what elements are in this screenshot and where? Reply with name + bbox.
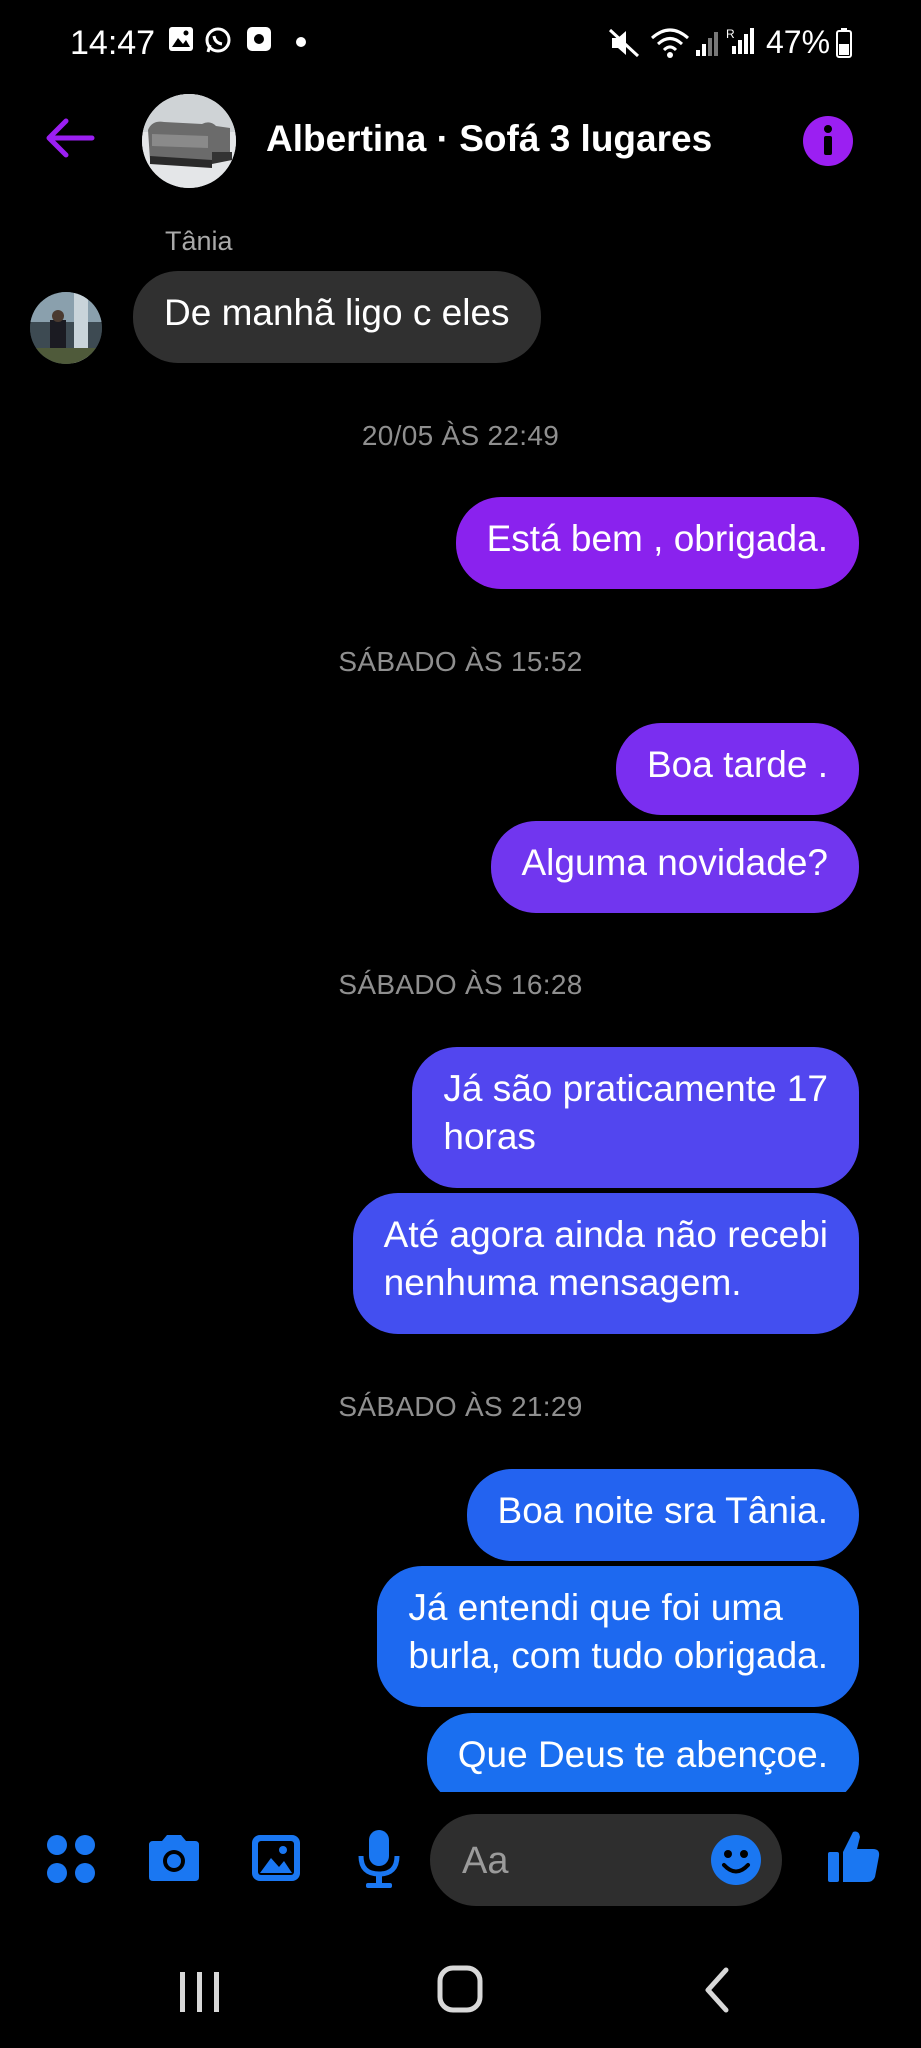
gallery-notification-icon (169, 27, 193, 51)
outgoing-message[interactable]: Até agora ainda não recebi nenhuma mensa… (352, 1193, 859, 1334)
info-icon[interactable] (802, 115, 854, 167)
outgoing-message[interactable]: Já entendi que foi uma burla, com tudo o… (377, 1566, 859, 1707)
message-text-line: Já são praticamente 17 (443, 1068, 828, 1109)
wifi-icon (651, 28, 689, 58)
outgoing-message[interactable]: Boa noite sra Tânia. (466, 1469, 859, 1561)
apps-icon[interactable] (46, 1834, 96, 1884)
gallery-icon[interactable] (249, 1832, 303, 1884)
message-input[interactable]: Aa (430, 1814, 782, 1906)
emoji-icon[interactable] (710, 1834, 762, 1886)
status-time: 14:47 (70, 24, 156, 62)
sender-avatar[interactable] (30, 292, 102, 364)
timestamp: 20/05 ÀS 22:49 (361, 420, 560, 451)
outgoing-message[interactable]: Que Deus te abençoe. (426, 1713, 859, 1792)
timestamp: SÁBADO ÀS 15:52 (338, 646, 583, 677)
message-text-line: burla, com tudo obrigada. (408, 1635, 828, 1676)
camera-icon[interactable] (145, 1833, 203, 1883)
recents-icon[interactable] (178, 1970, 222, 2014)
back-arrow-icon[interactable] (44, 116, 96, 160)
message-text-line: Até agora ainda não recebi (383, 1214, 828, 1255)
conversation-title[interactable]: Albertina · Sofá 3 lugares (266, 118, 712, 160)
message-text: Boa noite sra Tânia. (497, 1490, 828, 1531)
signal-2-icon: R (726, 27, 754, 54)
status-bar: 14:47 R 47% (0, 0, 921, 88)
timestamp: SÁBADO ÀS 21:29 (338, 1391, 583, 1422)
message-text: Boa tarde . (646, 744, 828, 785)
chat-header: Albertina · Sofá 3 lugares (0, 88, 921, 192)
composer-bar: Aa (0, 1800, 921, 1920)
svg-text:R: R (726, 27, 735, 41)
message-text-line: nenhuma mensagem. (383, 1262, 742, 1303)
sofa-photo (142, 94, 236, 188)
profile-photo (30, 292, 102, 364)
battery-percentage: 47% (766, 24, 831, 60)
home-icon[interactable] (436, 1964, 484, 2014)
incoming-message[interactable]: De manhã ligo c eles (133, 271, 541, 363)
listing-avatar[interactable] (142, 94, 236, 188)
outgoing-message[interactable]: Alguma novidade? (490, 821, 859, 913)
like-icon[interactable] (826, 1828, 882, 1884)
nav-back-icon[interactable] (700, 1966, 734, 2014)
signal-1-icon (696, 32, 718, 56)
message-text-line: horas (443, 1116, 536, 1157)
whatsapp-notification-icon (205, 27, 231, 53)
message-text: De manhã ligo c eles (164, 292, 510, 333)
outgoing-message[interactable]: Já são praticamente 17 horas (412, 1047, 859, 1188)
message-text: Alguma novidade? (521, 842, 829, 883)
system-navigation-bar (0, 1940, 921, 2048)
sender-name: Tânia (165, 226, 233, 256)
message-text: Está bem , obrigada. (486, 518, 828, 559)
message-text: Que Deus te abençoe. (457, 1734, 828, 1775)
message-input-placeholder: Aa (462, 1840, 509, 1882)
microphone-icon[interactable] (356, 1828, 402, 1890)
message-clip: Que Deus te abençoe. (0, 1710, 921, 1792)
more-notifications-dot-icon (296, 37, 306, 47)
outgoing-message[interactable]: Boa tarde . (615, 723, 859, 815)
app-notification-icon (247, 27, 271, 51)
message-text-line: Já entendi que foi uma (408, 1587, 783, 1628)
battery-icon (836, 28, 852, 58)
timestamp: SÁBADO ÀS 16:28 (338, 969, 583, 1000)
mute-icon (608, 28, 640, 58)
outgoing-message[interactable]: Está bem , obrigada. (455, 497, 859, 589)
